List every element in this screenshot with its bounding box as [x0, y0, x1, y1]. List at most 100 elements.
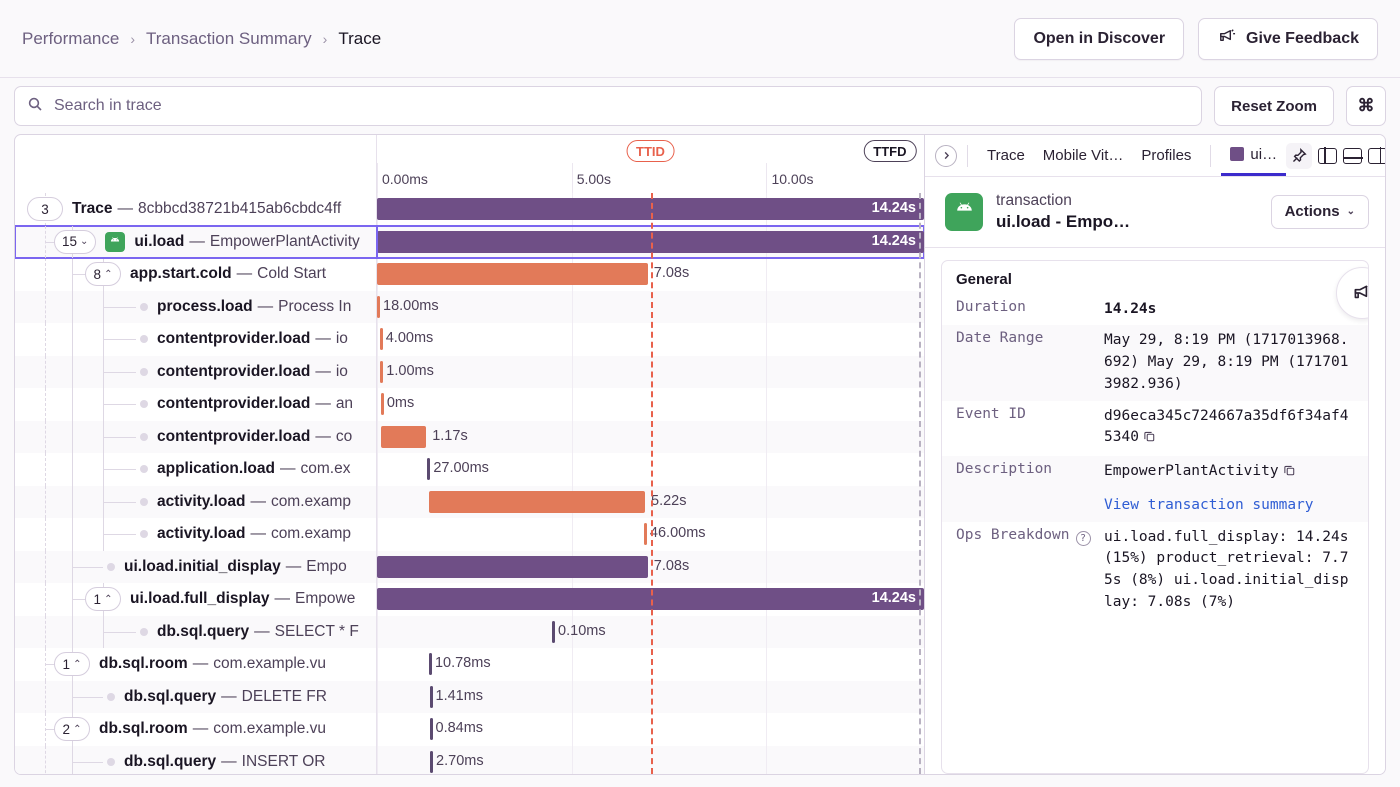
span-duration-bar[interactable]	[429, 491, 645, 513]
span-row[interactable]: contentprovider.load—an0ms	[15, 388, 924, 421]
span-row-label-cell[interactable]: contentprovider.load—co	[15, 421, 377, 454]
span-row[interactable]: contentprovider.load—io4.00ms	[15, 323, 924, 356]
child-count-badge[interactable]: 1⌃	[85, 587, 121, 611]
span-duration-bar[interactable]	[644, 523, 647, 545]
span-op: ui.load.full_display	[130, 590, 270, 608]
span-label: ui.load—EmpowerPlantActivity	[134, 233, 359, 251]
reset-zoom-button[interactable]: Reset Zoom	[1214, 86, 1334, 126]
layout-bottom-icon[interactable]	[1343, 148, 1362, 164]
span-duration-bar[interactable]	[430, 718, 433, 740]
child-count-badge[interactable]: 2⌃	[54, 717, 90, 741]
tab-profiles[interactable]: Profiles	[1132, 135, 1200, 176]
search-input[interactable]	[52, 96, 1189, 116]
span-row-label-cell[interactable]: contentprovider.load—io	[15, 323, 377, 356]
span-duration-bar[interactable]	[429, 653, 432, 675]
expand-drawer-icon[interactable]	[935, 145, 957, 167]
open-in-discover-button[interactable]: Open in Discover	[1014, 18, 1184, 60]
span-row-label-cell[interactable]: ui.load.initial_display—Empo	[15, 551, 377, 584]
copy-icon[interactable]	[1143, 429, 1156, 451]
span-row[interactable]: activity.load—com.examp46.00ms	[15, 518, 924, 551]
span-row-label-cell[interactable]: application.load—com.ex	[15, 453, 377, 486]
span-row[interactable]: contentprovider.load—co1.17s	[15, 421, 924, 454]
span-duration-bar[interactable]	[427, 458, 430, 480]
span-row[interactable]: contentprovider.load—io1.00ms	[15, 356, 924, 389]
span-duration-bar[interactable]	[377, 296, 380, 318]
tab-trace[interactable]: Trace	[978, 135, 1034, 176]
span-duration-bar[interactable]	[377, 556, 648, 578]
span-row-label-cell[interactable]: db.sql.query—SELECT * F	[15, 616, 377, 649]
tree-connector	[45, 583, 46, 616]
span-row-label-cell[interactable]: db.sql.query—DELETE FR	[15, 681, 377, 714]
child-count-badge[interactable]: 3	[27, 197, 63, 221]
span-row-label-cell[interactable]: db.sql.query—INSERT OR	[15, 746, 377, 775]
span-row[interactable]: 2⌃ db.sql.room—com.example.vu 0.84ms	[15, 713, 924, 746]
span-row-label-cell[interactable]: 8⌃app.start.cold—Cold Start	[15, 258, 377, 291]
span-label: db.sql.room—com.example.vu	[99, 720, 326, 738]
copy-icon[interactable]	[1283, 463, 1296, 485]
axis-ticks: 0.00ms5.00s10.00s	[377, 163, 924, 193]
span-row[interactable]: db.sql.query—DELETE FR1.41ms	[15, 681, 924, 714]
span-duration-bar[interactable]	[430, 686, 433, 708]
span-row-label-cell[interactable]: process.load—Process In	[15, 291, 377, 324]
general-card: General Duration14.24sDate RangeMay 29, …	[941, 260, 1369, 774]
layout-right-icon[interactable]	[1368, 148, 1386, 164]
child-count-badge[interactable]: 8⌃	[85, 262, 121, 286]
span-row[interactable]: 3Trace—8cbbcd38721b415ab6cbdc4ff14.24s	[15, 193, 924, 226]
give-feedback-button[interactable]: Give Feedback	[1198, 18, 1378, 60]
span-row[interactable]: db.sql.query—SELECT * F0.10ms	[15, 616, 924, 649]
breadcrumb-item-transaction-summary[interactable]: Transaction Summary	[146, 29, 312, 49]
span-row[interactable]: activity.load—com.examp5.22s	[15, 486, 924, 519]
breadcrumb-item-performance[interactable]: Performance	[22, 29, 119, 49]
tab-mobile-vitals[interactable]: Mobile Vit…	[1034, 135, 1133, 176]
tab-ui-load[interactable]: ui…	[1221, 135, 1286, 176]
span-duration-bar[interactable]	[552, 621, 555, 643]
ttfd-badge[interactable]: TTFD	[863, 140, 916, 162]
span-row-label-cell[interactable]: activity.load—com.examp	[15, 486, 377, 519]
span-row[interactable]: 8⌃app.start.cold—Cold Start7.08s	[15, 258, 924, 291]
command-key-button[interactable]: ⌘	[1346, 86, 1386, 126]
actions-button[interactable]: Actions ⌄	[1271, 195, 1369, 229]
span-description: Empowe	[295, 590, 355, 608]
span-duration-bar[interactable]	[380, 361, 383, 383]
span-duration-bar[interactable]	[381, 393, 384, 415]
detail-key-label: Ops Breakdown	[956, 527, 1070, 543]
span-separator: —	[315, 330, 331, 348]
pin-tab-icon[interactable]	[1286, 143, 1312, 169]
span-duration-bar[interactable]	[377, 263, 648, 285]
span-duration-bar[interactable]	[381, 426, 426, 448]
view-transaction-summary-link[interactable]: View transaction summary	[1104, 495, 1354, 517]
tree-connector	[45, 518, 46, 551]
span-row[interactable]: 1⌃db.sql.room—com.example.vu 10.78ms	[15, 648, 924, 681]
chevron-up-icon: ⌃	[73, 659, 81, 670]
span-duration-bar[interactable]	[380, 328, 383, 350]
span-duration-bar[interactable]	[430, 751, 433, 773]
child-count-badge[interactable]: 15⌄	[54, 230, 96, 254]
span-row[interactable]: db.sql.query—INSERT OR2.70ms	[15, 746, 924, 775]
span-row-label-cell[interactable]: 1⌃ui.load.full_display—Empowe	[15, 583, 377, 616]
span-row-label-cell[interactable]: 15⌄ ui.load—EmpowerPlantActivity	[15, 226, 377, 259]
ttid-badge[interactable]: TTID	[626, 140, 675, 162]
tree-connector	[45, 746, 46, 775]
span-row-label-cell[interactable]: contentprovider.load—an	[15, 388, 377, 421]
span-row-label-cell[interactable]: 1⌃db.sql.room—com.example.vu	[15, 648, 377, 681]
span-row[interactable]: 15⌄ui.load—EmpowerPlantActivity14.24s	[15, 226, 924, 259]
search-icon	[27, 96, 43, 117]
span-row[interactable]: 1⌃ui.load.full_display—Empowe14.24s	[15, 583, 924, 616]
span-rows[interactable]: 3Trace—8cbbcd38721b415ab6cbdc4ff14.24s15…	[15, 193, 924, 774]
span-row[interactable]: ui.load.initial_display—Empo7.08s	[15, 551, 924, 584]
layout-left-icon[interactable]	[1318, 148, 1337, 164]
span-row-label-cell[interactable]: contentprovider.load—io	[15, 356, 377, 389]
span-row-content: contentprovider.load—co	[140, 428, 352, 446]
span-row-label-cell[interactable]: activity.load—com.examp	[15, 518, 377, 551]
child-count-badge[interactable]: 1⌃	[54, 652, 90, 676]
span-op: process.load	[157, 298, 253, 316]
span-row-label-cell[interactable]: 3Trace—8cbbcd38721b415ab6cbdc4ff	[15, 193, 377, 226]
help-icon[interactable]: ?	[1076, 531, 1091, 546]
span-row[interactable]: application.load—com.ex27.00ms	[15, 453, 924, 486]
span-duration-label: 0.84ms	[436, 720, 484, 736]
span-row[interactable]: process.load—Process In18.00ms	[15, 291, 924, 324]
span-label: db.sql.query—DELETE FR	[124, 688, 327, 706]
search-field[interactable]	[14, 86, 1202, 126]
span-row-label-cell[interactable]: 2⌃ db.sql.room—com.example.vu	[15, 713, 377, 746]
span-duration-label: 10.78ms	[435, 655, 491, 671]
